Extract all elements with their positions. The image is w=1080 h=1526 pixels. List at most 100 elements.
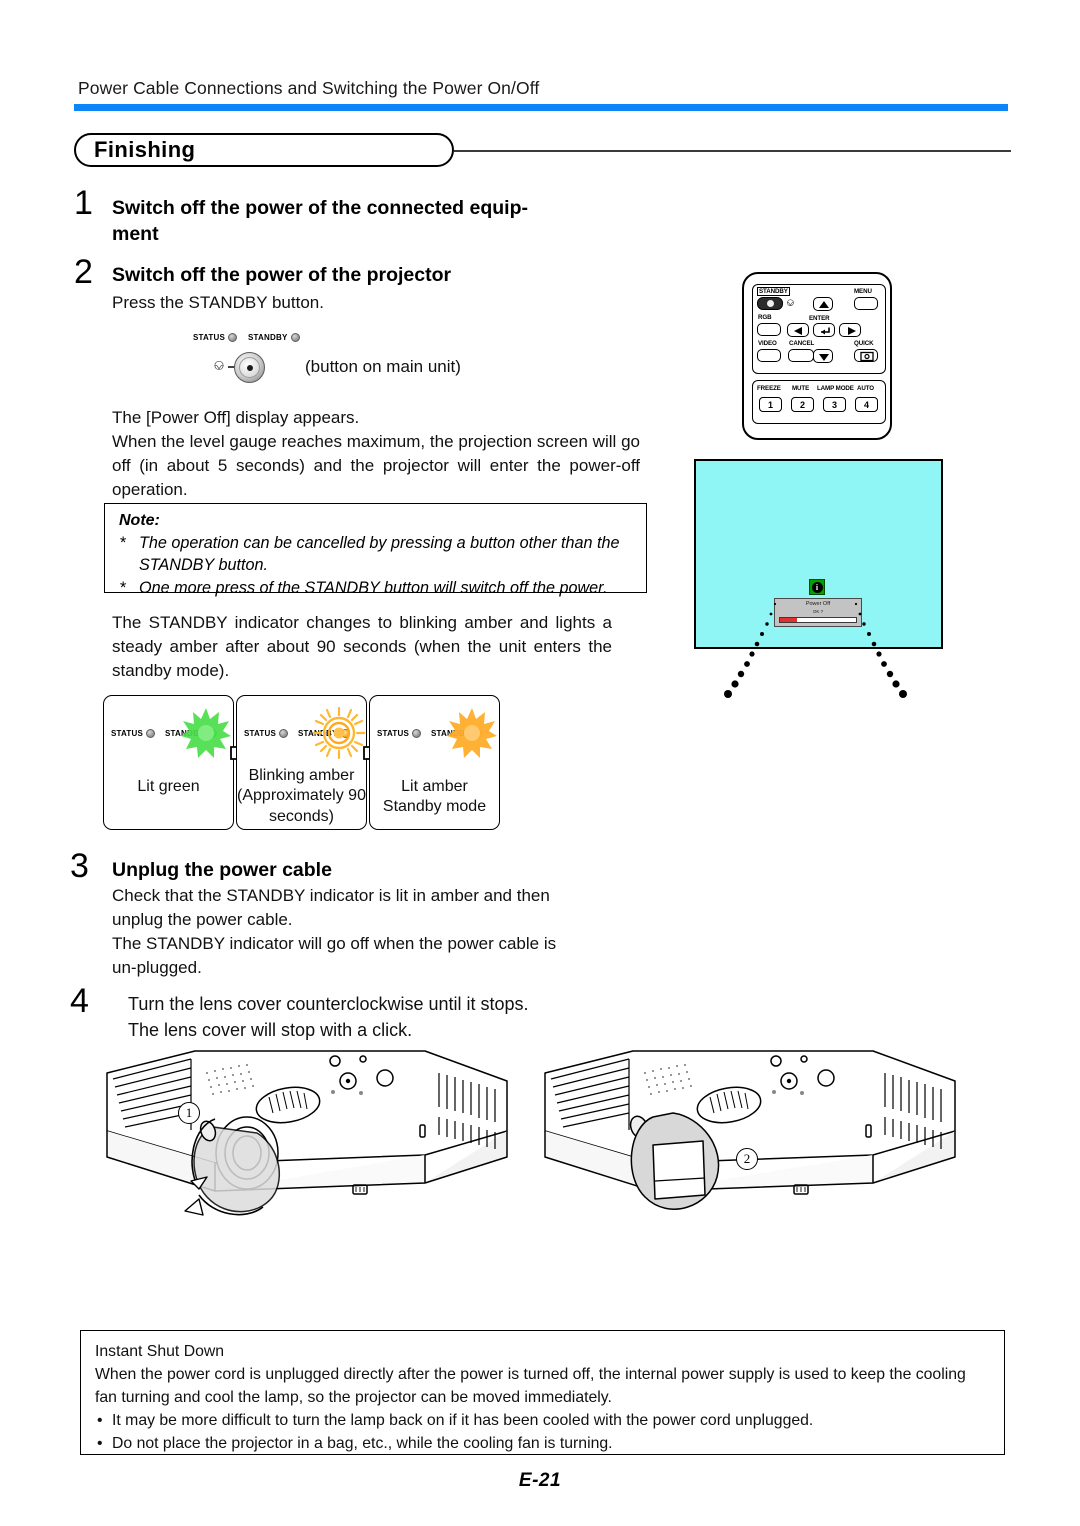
step-4-number: 4 bbox=[70, 982, 89, 1020]
step-3-number: 3 bbox=[70, 847, 89, 885]
remote-standby-key[interactable] bbox=[757, 297, 783, 310]
remote-mute-label: MUTE bbox=[792, 385, 810, 392]
remote-upper-panel: STANDBY ⎉ MENU RGB VIDEO CANCEL QUICK EN… bbox=[752, 284, 886, 374]
projector-illustration-left bbox=[106, 1050, 508, 1216]
projector-callout-1: 1 bbox=[178, 1102, 200, 1124]
indicator-state-box-1: STATUS STANDBY Lit green bbox=[103, 695, 234, 830]
instant-shut-down-box: Instant Shut Down When the power cord is… bbox=[80, 1330, 1005, 1455]
standby-power-button[interactable]: ⎉ bbox=[213, 347, 273, 389]
step-2-paragraph-after-note: The STANDBY indicator changes to blinkin… bbox=[112, 613, 612, 681]
power-button-circle[interactable] bbox=[234, 352, 265, 383]
remote-key-2[interactable]: 2 bbox=[791, 397, 814, 412]
asterisk-icon: * bbox=[120, 579, 127, 598]
instant-shut-down-title: Instant Shut Down bbox=[95, 1343, 225, 1360]
standby-label: STANDBY bbox=[431, 729, 471, 738]
indicator-state-box-2: STATUS STANDBY Blinking amber (Approxima… bbox=[236, 695, 367, 830]
remote-right-key[interactable] bbox=[839, 323, 861, 337]
remote-cancel-key[interactable] bbox=[788, 349, 814, 362]
indicator-labels-row: STATUS STANDBY bbox=[193, 333, 300, 342]
remote-menu-key[interactable] bbox=[854, 297, 878, 310]
remote-enter-label: ENTER bbox=[809, 315, 830, 322]
remote-quick-key[interactable] bbox=[854, 349, 878, 362]
step-1-title: Switch off the power of the connected eq… bbox=[112, 197, 529, 245]
remote-menu-label: MENU bbox=[854, 288, 872, 295]
remote-cancel-label: CANCEL bbox=[789, 340, 815, 347]
remote-rgb-key[interactable] bbox=[757, 323, 781, 336]
arrow-right-icon bbox=[848, 327, 856, 335]
step-1-number: 1 bbox=[74, 184, 93, 222]
step-2-number: 2 bbox=[74, 253, 93, 291]
note-item-text: One more press of the STANDBY button wil… bbox=[139, 579, 608, 598]
button-on-main-unit-caption: (button on main unit) bbox=[305, 357, 461, 376]
remote-key-3[interactable]: 3 bbox=[823, 397, 846, 412]
instant-shut-down-paragraph: When the power cord is unplugged directl… bbox=[95, 1365, 966, 1406]
remote-down-key[interactable] bbox=[813, 349, 833, 363]
step-2-paragraph: The [Power Off] display appears. When th… bbox=[112, 408, 640, 500]
remote-power-symbol-icon: ⎉ bbox=[786, 297, 795, 309]
status-led-icon bbox=[228, 333, 238, 342]
step-2-title: Switch off the power of the projector bbox=[112, 264, 452, 286]
note-item-text: The operation can be cancelled by pressi… bbox=[139, 534, 620, 574]
standby-led-icon bbox=[473, 729, 483, 738]
remote-freeze-label: FREEZE bbox=[757, 385, 781, 392]
note-item: * The operation can be cancelled by pres… bbox=[117, 533, 638, 576]
note-title: Note: bbox=[119, 512, 160, 529]
state-2-indicator-row: STATUS STANDBY bbox=[244, 729, 350, 738]
note-list: * The operation can be cancelled by pres… bbox=[117, 533, 638, 602]
instant-shut-down-content: Instant Shut Down When the power cord is… bbox=[95, 1341, 992, 1455]
status-led-icon bbox=[146, 729, 156, 738]
remote-auto-label: AUTO bbox=[857, 385, 875, 392]
remote-control-illustration: STANDBY ⎉ MENU RGB VIDEO CANCEL QUICK EN… bbox=[742, 272, 892, 440]
note-box: Note: * The operation can be cancelled b… bbox=[104, 503, 647, 597]
remote-left-key[interactable] bbox=[787, 323, 809, 337]
page-number: E-21 bbox=[518, 1470, 562, 1491]
projector-illustration-right bbox=[544, 1050, 956, 1210]
remote-video-label: VIDEO bbox=[758, 340, 777, 347]
remote-key-4[interactable]: 4 bbox=[855, 397, 878, 412]
standby-label: STANDBY bbox=[165, 729, 205, 738]
section-rule bbox=[454, 150, 1011, 152]
note-item: * One more press of the STANDBY button w… bbox=[117, 578, 638, 600]
state-3-indicator-row: STATUS STANDBY bbox=[377, 729, 483, 738]
status-led-icon bbox=[412, 729, 422, 738]
state-1-caption: Lit green bbox=[137, 778, 200, 795]
section-title: Finishing bbox=[94, 137, 196, 162]
asterisk-icon: * bbox=[120, 534, 127, 552]
standby-label: STANDBY bbox=[248, 333, 288, 342]
remote-up-key[interactable] bbox=[813, 297, 833, 311]
section-title-pill: Finishing bbox=[74, 133, 454, 167]
standby-led-icon bbox=[290, 333, 300, 342]
remote-key-1[interactable]: 1 bbox=[759, 397, 782, 412]
standby-label: STANDBY bbox=[298, 729, 338, 738]
state-3-caption: Lit amber Standby mode bbox=[382, 778, 487, 816]
manual-page: Power Cable Connections and Switching th… bbox=[0, 0, 1080, 1526]
projector-callout-2: 2 bbox=[736, 1148, 758, 1170]
standby-led-icon bbox=[340, 729, 350, 738]
osd-info-icon: i bbox=[809, 579, 825, 595]
remote-lamp-mode-label: LAMP MODE bbox=[817, 385, 854, 392]
projection-beam-dots bbox=[724, 602, 907, 698]
enter-arrow-icon bbox=[821, 327, 830, 335]
main-unit-button-graphic: STATUS STANDBY ⎉ bbox=[193, 333, 313, 389]
instant-shut-down-bullet: It may be more difficult to turn the lam… bbox=[95, 1410, 992, 1433]
arrow-left-icon bbox=[794, 327, 802, 335]
instant-shut-down-bullet: Do not place the projector in a bag, etc… bbox=[95, 1433, 992, 1456]
remote-video-key[interactable] bbox=[757, 349, 781, 362]
step-2-line-1: Press the STANDBY button. bbox=[112, 293, 324, 312]
header-rule bbox=[74, 104, 1008, 111]
status-label: STATUS bbox=[193, 333, 226, 342]
remote-standby-label: STANDBY bbox=[757, 287, 790, 296]
step-3-title: Unplug the power cable bbox=[112, 859, 332, 881]
status-label: STATUS bbox=[111, 729, 144, 738]
status-label: STATUS bbox=[244, 729, 277, 738]
power-symbol-icon: ⎉ bbox=[213, 357, 226, 374]
arrow-up-icon bbox=[819, 301, 829, 308]
status-label: STATUS bbox=[377, 729, 410, 738]
remote-rgb-label: RGB bbox=[758, 314, 772, 321]
standby-led-icon bbox=[207, 729, 217, 738]
status-led-icon bbox=[279, 729, 289, 738]
running-header: Power Cable Connections and Switching th… bbox=[78, 78, 540, 98]
indicator-state-box-3: STATUS STANDBY Lit amber Standby mode bbox=[369, 695, 500, 830]
remote-enter-key[interactable] bbox=[813, 323, 835, 337]
remote-lower-panel: FREEZE 1 MUTE 2 LAMP MODE 3 AUTO 4 bbox=[752, 380, 886, 424]
